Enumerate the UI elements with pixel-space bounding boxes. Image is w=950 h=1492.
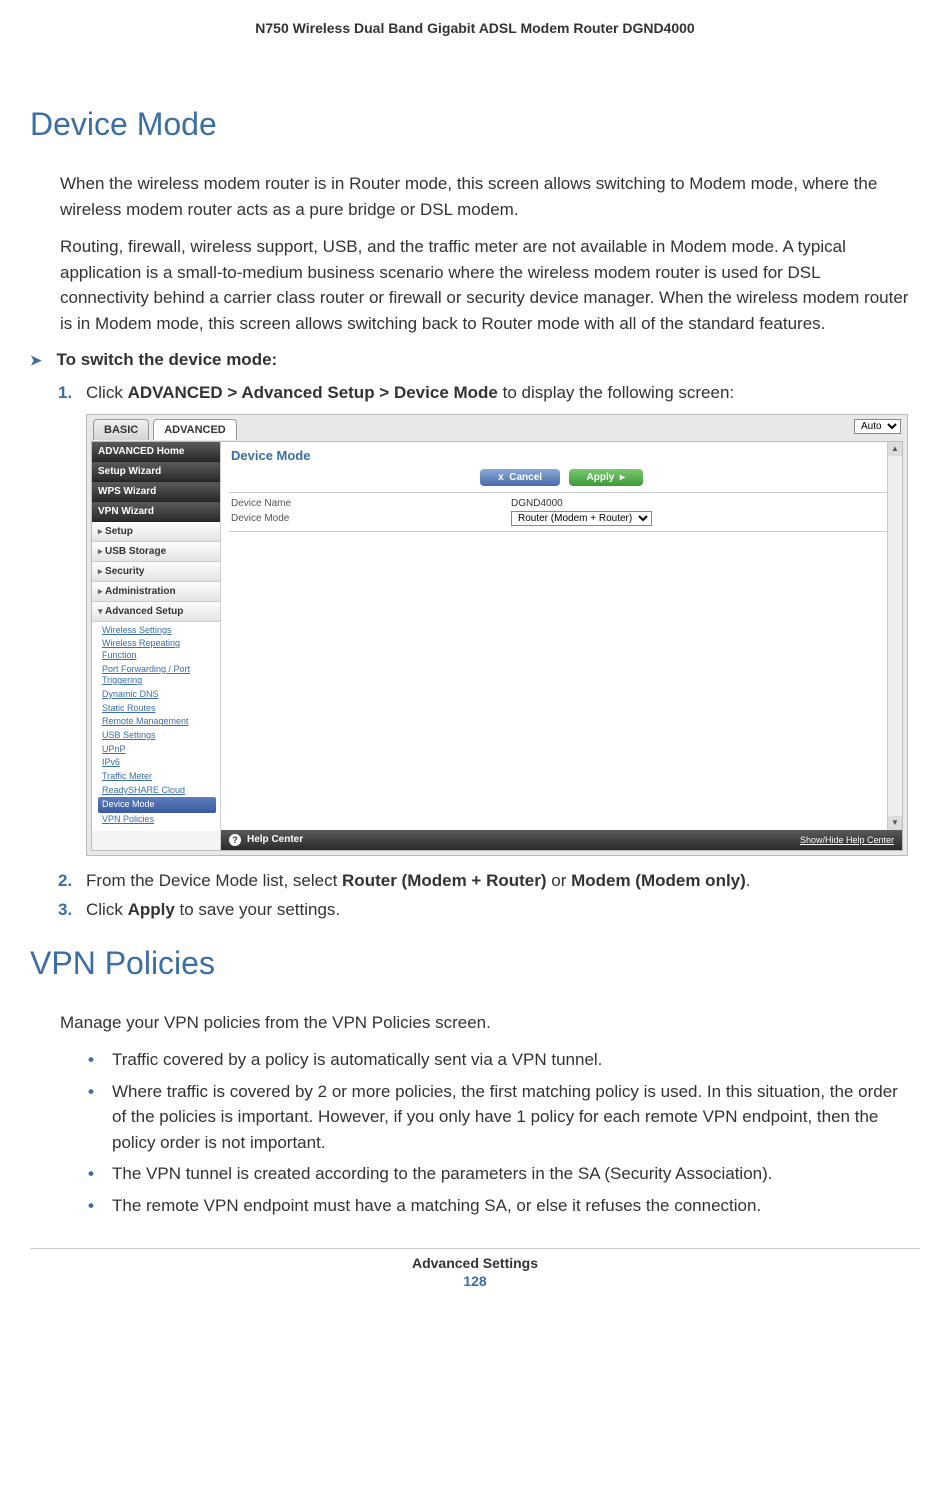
step-text: From the Device Mode list, select Router… (86, 868, 920, 894)
subnav-remote-management[interactable]: Remote Management (102, 715, 216, 729)
list-item: • Where traffic is covered by 2 or more … (88, 1079, 910, 1156)
device-mode-label: Device Mode (231, 513, 511, 524)
step-1: 1. Click ADVANCED > Advanced Setup > Dev… (58, 380, 920, 406)
subnav-dynamic-dns[interactable]: Dynamic DNS (102, 688, 216, 702)
subnav-usb-settings[interactable]: USB Settings (102, 729, 216, 743)
step-3: 3. Click Apply to save your settings. (58, 897, 920, 923)
scroll-down-icon[interactable]: ▼ (888, 816, 902, 830)
nav-administration[interactable]: Administration (92, 582, 220, 602)
text: Click (86, 383, 128, 402)
subnav-wireless-repeating[interactable]: Wireless Repeating Function (102, 637, 216, 662)
subnav-port-forwarding[interactable]: Port Forwarding / Port Triggering (102, 663, 216, 688)
bullet-icon: • (88, 1047, 112, 1073)
step-2: 2. From the Device Mode list, select Rou… (58, 868, 920, 894)
panel-title: Device Mode (221, 442, 902, 465)
tab-basic[interactable]: BASIC (93, 419, 149, 440)
subnav-upnp[interactable]: UPnP (102, 743, 216, 757)
bullet-text: Traffic covered by a policy is automatic… (112, 1047, 602, 1073)
subnav-vpn-policies[interactable]: VPN Policies (102, 813, 216, 827)
text: From the Device Mode list, select (86, 871, 342, 890)
device-name-label: Device Name (231, 498, 511, 509)
device-name-value: DGND4000 (511, 498, 563, 509)
subnav-wireless-settings[interactable]: Wireless Settings (102, 624, 216, 638)
help-bar: ? Help Center Show/Hide Help Center (221, 830, 902, 850)
text: or (547, 871, 572, 890)
procedure-heading-text: To switch the device mode: (56, 350, 277, 369)
subnav-readyshare-cloud[interactable]: ReadySHARE Cloud (102, 784, 216, 798)
nav-path: ADVANCED > Advanced Setup > Device Mode (128, 383, 498, 402)
step-number: 3. (58, 897, 86, 923)
device-mode-select[interactable]: Router (Modem + Router) (511, 511, 652, 526)
cancel-button[interactable]: x Cancel (480, 469, 560, 486)
section-title-vpn-policies: VPN Policies (30, 945, 920, 982)
list-item: • The VPN tunnel is created according to… (88, 1161, 910, 1187)
procedure-heading: To switch the device mode: (30, 350, 920, 370)
nav-advanced-setup[interactable]: Advanced Setup (92, 602, 220, 622)
paragraph: Manage your VPN policies from the VPN Po… (60, 1010, 910, 1036)
screenshot-device-mode: BASIC ADVANCED Auto ADVANCED Home Setup … (86, 414, 908, 856)
nav-advanced-home[interactable]: ADVANCED Home (92, 442, 220, 462)
nav-security[interactable]: Security (92, 562, 220, 582)
option-modem: Modem (Modem only) (571, 871, 746, 890)
nav-wps-wizard[interactable]: WPS Wizard (92, 482, 220, 502)
text: to save your settings. (175, 900, 340, 919)
list-item: • The remote VPN endpoint must have a ma… (88, 1193, 910, 1219)
tab-advanced[interactable]: ADVANCED (153, 419, 237, 440)
subnav-static-routes[interactable]: Static Routes (102, 702, 216, 716)
cancel-label: Cancel (509, 472, 542, 483)
bullet-icon: • (88, 1193, 112, 1219)
subnav-traffic-meter[interactable]: Traffic Meter (102, 770, 216, 784)
subnav-ipv6[interactable]: IPv6 (102, 756, 216, 770)
help-icon[interactable]: ? (229, 834, 241, 846)
step-number: 1. (58, 380, 86, 406)
footer-section-title: Advanced Settings (30, 1255, 920, 1271)
apply-button[interactable]: Apply ▸ (569, 469, 643, 486)
nav-vpn-wizard[interactable]: VPN Wizard (92, 502, 220, 522)
page-footer: Advanced Settings 128 (30, 1248, 920, 1289)
close-icon: x (498, 472, 504, 483)
apply-ref: Apply (128, 900, 175, 919)
sidebar: ADVANCED Home Setup Wizard WPS Wizard VP… (92, 442, 221, 850)
step-text: Click Apply to save your settings. (86, 897, 920, 923)
bullet-text: Where traffic is covered by 2 or more po… (112, 1079, 910, 1156)
option-router: Router (Modem + Router) (342, 871, 546, 890)
arrow-icon: ▸ (620, 472, 625, 483)
apply-label: Apply (587, 472, 615, 483)
nav-usb-storage[interactable]: USB Storage (92, 542, 220, 562)
bullet-text: The remote VPN endpoint must have a matc… (112, 1193, 761, 1219)
nav-setup-wizard[interactable]: Setup Wizard (92, 462, 220, 482)
help-center-label[interactable]: Help Center (247, 834, 303, 845)
text: . (746, 871, 751, 890)
step-number: 2. (58, 868, 86, 894)
auto-select[interactable]: Auto (854, 419, 901, 434)
document-header: N750 Wireless Dual Band Gigabit ADSL Mod… (30, 20, 920, 36)
bullet-text: The VPN tunnel is created according to t… (112, 1161, 773, 1187)
text: Click (86, 900, 128, 919)
list-item: • Traffic covered by a policy is automat… (88, 1047, 910, 1073)
scroll-up-icon[interactable]: ▲ (888, 442, 902, 456)
scrollbar[interactable]: ▲ ▼ (887, 442, 902, 830)
nav-setup[interactable]: Setup (92, 522, 220, 542)
text: to display the following screen: (498, 383, 734, 402)
bullet-icon: • (88, 1161, 112, 1187)
subnav-device-mode[interactable]: Device Mode (98, 797, 216, 813)
paragraph: When the wireless modem router is in Rou… (60, 171, 910, 222)
help-toggle-link[interactable]: Show/Hide Help Center (800, 835, 894, 845)
section-title-device-mode: Device Mode (30, 106, 920, 143)
bullet-icon: • (88, 1079, 112, 1156)
page-number: 128 (30, 1273, 920, 1289)
step-text: Click ADVANCED > Advanced Setup > Device… (86, 380, 920, 406)
paragraph: Routing, firewall, wireless support, USB… (60, 234, 910, 336)
